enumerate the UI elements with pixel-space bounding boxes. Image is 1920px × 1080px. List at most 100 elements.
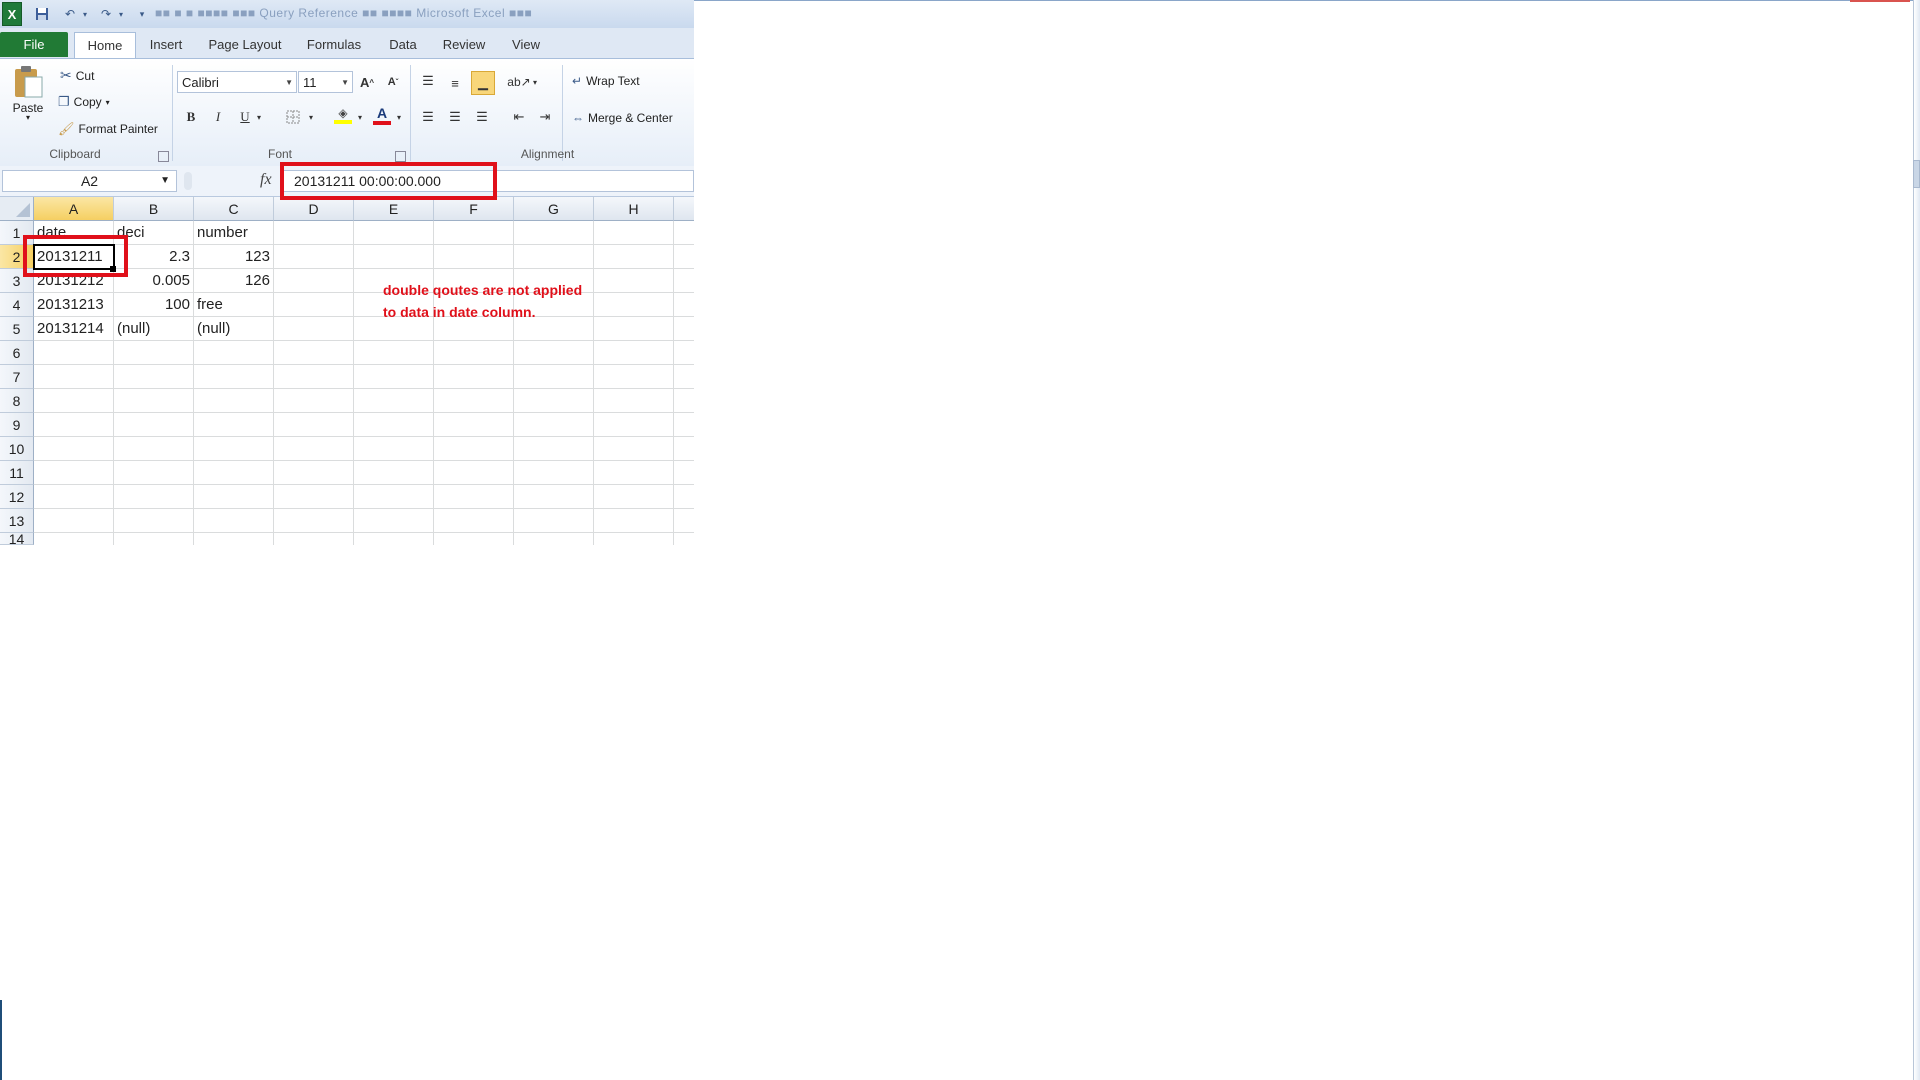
tab-home[interactable]: Home xyxy=(74,32,136,58)
font-name-value: Calibri xyxy=(182,75,219,90)
close-button-edge xyxy=(1850,0,1910,2)
undo-icon[interactable]: ↶ xyxy=(60,4,80,24)
increase-indent-icon[interactable]: ⇥ xyxy=(534,106,556,128)
align-right-icon[interactable]: ☰ xyxy=(471,106,493,128)
paste-dropdown-icon[interactable]: ▾ xyxy=(26,113,30,122)
row-header[interactable]: 10 xyxy=(0,437,34,461)
tab-file[interactable]: File xyxy=(0,32,68,57)
align-bottom-icon[interactable]: ▁ xyxy=(471,71,495,95)
align-middle-icon[interactable]: ≡ xyxy=(444,72,466,94)
row-header[interactable]: 14 xyxy=(0,533,34,545)
fill-color-swatch xyxy=(334,120,352,124)
decrease-indent-icon[interactable]: ⇤ xyxy=(508,106,530,128)
cell-a5[interactable]: 20131214 xyxy=(34,317,114,341)
underline-dropdown-icon[interactable]: ▾ xyxy=(254,106,264,128)
undo-dropdown-icon[interactable]: ▾ xyxy=(80,4,90,24)
cell-c1[interactable]: number xyxy=(194,221,274,245)
align-top-icon[interactable]: ☰ xyxy=(417,70,439,92)
cell-a4[interactable]: 20131213 xyxy=(34,293,114,317)
cell-c5[interactable]: (null) xyxy=(194,317,274,341)
function-fx-icon[interactable]: fx xyxy=(260,171,272,189)
row-header[interactable]: 11 xyxy=(0,461,34,485)
formula-expand-button[interactable] xyxy=(1913,160,1920,188)
shrink-font-button[interactable]: Aˇ xyxy=(382,71,404,93)
row-header[interactable]: 8 xyxy=(0,389,34,413)
save-icon[interactable] xyxy=(32,4,52,24)
tab-formulas[interactable]: Formulas xyxy=(298,32,370,57)
copy-dropdown-icon[interactable]: ▾ xyxy=(106,98,110,107)
name-box-resize-handle[interactable] xyxy=(184,172,192,190)
column-header-c[interactable]: C xyxy=(194,197,274,221)
merge-center-button[interactable]: ⇔ Merge & Center xyxy=(572,111,673,125)
cell-b5[interactable]: (null) xyxy=(114,317,194,341)
row-header[interactable]: 6 xyxy=(0,341,34,365)
excel-window: X ↶ ▾ ↷ ▾ ▾ ■■ ■ ■ ■■■■ ■■■ Query Refere… xyxy=(0,0,694,545)
merge-center-icon: ⇔ xyxy=(572,111,584,125)
clipboard-launcher-icon[interactable] xyxy=(158,151,169,162)
bold-button[interactable]: B xyxy=(180,106,202,128)
tab-data[interactable]: Data xyxy=(380,32,426,57)
group-divider xyxy=(172,65,173,161)
font-color-swatch xyxy=(373,120,391,125)
excel-logo-icon[interactable]: X xyxy=(2,2,22,26)
row-header[interactable]: 7 xyxy=(0,365,34,389)
copy-button[interactable]: ❐ Copy ▾ xyxy=(58,94,110,110)
column-header-e[interactable]: E xyxy=(354,197,434,221)
orientation-dropdown-icon[interactable]: ▾ xyxy=(530,71,540,93)
align-left-icon[interactable]: ☰ xyxy=(417,106,439,128)
column-header-f[interactable]: F xyxy=(434,197,514,221)
format-painter-button[interactable]: 🖌 Format Painter xyxy=(58,121,158,137)
redo-dropdown-icon[interactable]: ▾ xyxy=(116,4,126,24)
tab-view[interactable]: View xyxy=(502,32,550,57)
row-header[interactable]: 13 xyxy=(0,509,34,533)
paint-bucket-icon: ◈ xyxy=(338,106,348,120)
column-header-b[interactable]: B xyxy=(114,197,194,221)
font-color-button[interactable]: A xyxy=(371,104,393,126)
column-header-h[interactable]: H xyxy=(594,197,674,221)
title-bar: X ↶ ▾ ↷ ▾ ▾ ■■ ■ ■ ■■■■ ■■■ Query Refere… xyxy=(0,0,694,29)
chevron-down-icon[interactable]: ▼ xyxy=(160,171,170,191)
column-header-a[interactable]: A xyxy=(34,197,114,221)
window-title: ■■ ■ ■ ■■■■ ■■■ Query Reference ■■ ■■■■ … xyxy=(155,6,533,20)
name-box[interactable]: A2 ▼ xyxy=(2,170,177,192)
align-center-icon[interactable]: ☰ xyxy=(444,106,466,128)
underline-button[interactable]: U xyxy=(234,106,256,128)
tab-review[interactable]: Review xyxy=(436,32,492,57)
row-header[interactable]: 4 xyxy=(0,293,34,317)
cell-c2[interactable]: 123 xyxy=(194,245,274,269)
taskbar-edge xyxy=(0,1000,2,1080)
redo-icon[interactable]: ↷ xyxy=(96,4,116,24)
tab-insert[interactable]: Insert xyxy=(140,32,192,57)
cell-b4[interactable]: 100 xyxy=(114,293,194,317)
orientation-icon[interactable]: ab↗ xyxy=(507,71,530,93)
font-name-combo[interactable]: Calibri ▼ xyxy=(177,71,297,93)
row-header[interactable]: 9 xyxy=(0,413,34,437)
fill-color-button[interactable]: ◈ xyxy=(332,104,354,126)
font-launcher-icon[interactable] xyxy=(395,151,406,162)
row-header[interactable]: 12 xyxy=(0,485,34,509)
chevron-down-icon: ▼ xyxy=(285,78,293,87)
wrap-text-label: Wrap Text xyxy=(586,74,640,88)
column-header-g[interactable]: G xyxy=(514,197,594,221)
italic-button[interactable]: I xyxy=(207,106,229,128)
cell-c3[interactable]: 126 xyxy=(194,269,274,293)
cell-c4[interactable]: free xyxy=(194,293,274,317)
chevron-down-icon: ▼ xyxy=(341,78,349,87)
customize-qat-icon[interactable]: ▾ xyxy=(136,4,148,24)
column-header-partial xyxy=(674,197,694,221)
fill-color-dropdown-icon[interactable]: ▾ xyxy=(355,106,365,128)
borders-dropdown-icon[interactable]: ▾ xyxy=(306,106,316,128)
wrap-text-button[interactable]: ↵ Wrap Text xyxy=(572,74,640,88)
select-all-corner[interactable] xyxy=(0,197,34,221)
font-size-combo[interactable]: 11 ▼ xyxy=(298,71,353,93)
column-header-d[interactable]: D xyxy=(274,197,354,221)
grow-font-button[interactable]: A ^ xyxy=(356,71,378,93)
row-header[interactable]: 5 xyxy=(0,317,34,341)
borders-button[interactable] xyxy=(282,106,304,128)
cut-button[interactable]: ✂ Cut xyxy=(60,67,94,84)
tab-page-layout[interactable]: Page Layout xyxy=(202,32,288,57)
format-painter-label: Format Painter xyxy=(78,122,158,136)
alignment-group-label: Alignment xyxy=(520,147,575,161)
font-color-dropdown-icon[interactable]: ▾ xyxy=(394,106,404,128)
paste-button[interactable]: Paste ▾ xyxy=(8,65,48,122)
